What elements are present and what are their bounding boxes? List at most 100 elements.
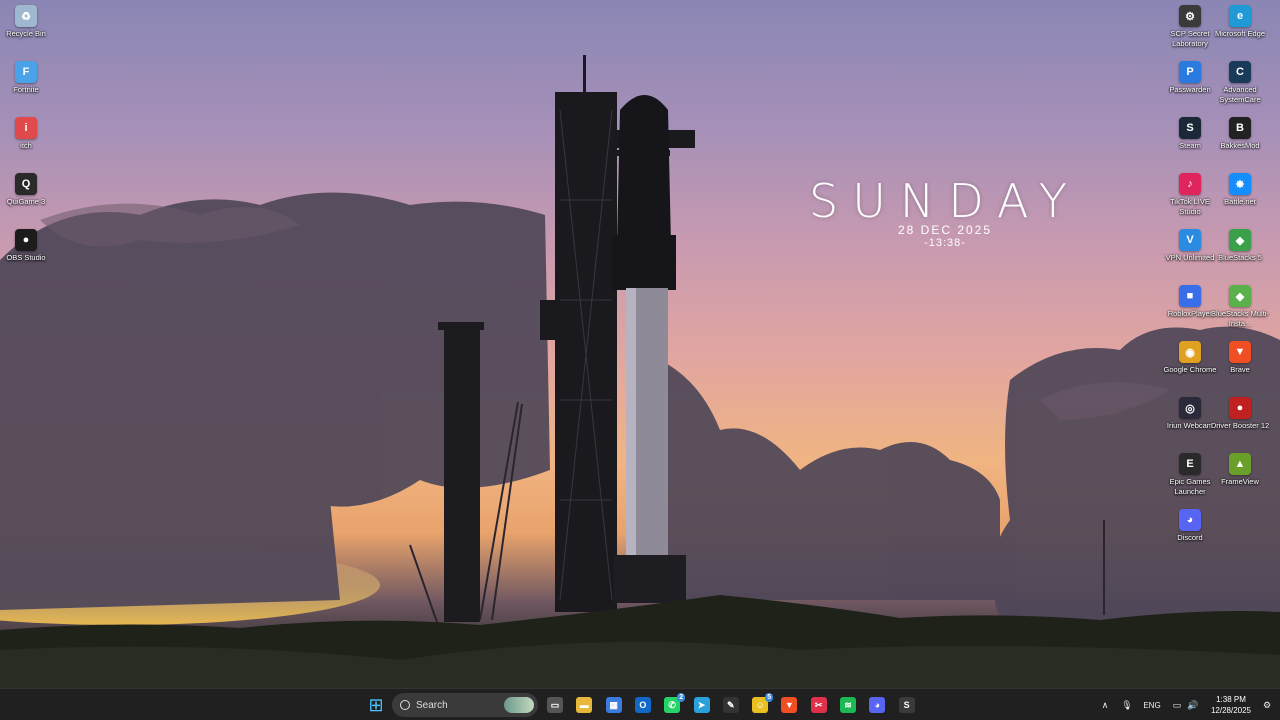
- desktop-icon-battlenet[interactable]: ✸ Battle.net: [1214, 173, 1266, 207]
- smile-icon: ☺ 5: [752, 693, 774, 713]
- search-icon: [400, 700, 410, 710]
- desktop-icon-label: Fortnite: [13, 85, 39, 94]
- taskbar-discord[interactable]: ◕: [865, 693, 889, 717]
- itch-icon: i: [15, 117, 37, 139]
- whatsapp-icon: ✆ 2: [664, 693, 686, 713]
- network-button[interactable]: ▭: [1170, 693, 1184, 717]
- desktop-icon-chrome[interactable]: ◉ Google Chrome: [1164, 341, 1216, 375]
- whatsapp-glyph: ✆: [668, 699, 676, 710]
- bluestacks-icon: ◆: [1229, 229, 1251, 251]
- taskbar-file-explorer[interactable]: ▬: [572, 693, 596, 717]
- desktop-icon-label: itch: [20, 141, 32, 150]
- chrome-icon: ◉: [1179, 341, 1201, 363]
- taskbar-microsoft-store[interactable]: ▦: [602, 693, 626, 717]
- volume-icon: 🔊: [1187, 699, 1199, 710]
- discord-icon: ◕: [869, 697, 886, 713]
- taskbar-telegram[interactable]: ➤: [690, 693, 714, 717]
- battlenet-icon: ✸: [1229, 173, 1251, 195]
- desktop-icon-discord[interactable]: ◕ Discord: [1164, 509, 1216, 543]
- tray-date: 12/28/2025: [1210, 706, 1252, 715]
- taskbar-steam[interactable]: S: [895, 693, 919, 717]
- notepad-glyph: ✎: [727, 699, 735, 710]
- telegram-icon: ➤: [693, 697, 710, 713]
- desktop-icon-scp[interactable]: ⚙ SCP Secret Laboratory: [1164, 5, 1216, 49]
- store-icon: ▦: [605, 697, 622, 713]
- bluestacks-multi-icon: ◆: [1229, 285, 1251, 307]
- desktop-icon-bluestacks-multi[interactable]: ◆ BlueStacks Multi-Insta...: [1211, 285, 1269, 329]
- tray-clock[interactable]: 1:38 PM 12/28/2025: [1204, 694, 1258, 716]
- start-button[interactable]: ⊞: [364, 693, 388, 717]
- outlook-glyph: O: [639, 700, 647, 710]
- advanced-systemcare-icon: C: [1229, 61, 1251, 83]
- widget-time: -13:38-: [924, 237, 966, 249]
- desktop-icon-tiktok[interactable]: ♪ TikTok LIVE Studio: [1164, 173, 1216, 217]
- passwarden-icon: P: [1179, 61, 1201, 83]
- webcam-icon: ◎: [1179, 397, 1201, 419]
- desktop-icon-brave[interactable]: ▼ Brave: [1214, 341, 1266, 375]
- search-highlight-icon: [504, 697, 534, 713]
- bakkesmod-icon: B: [1229, 117, 1251, 139]
- desktop-icon-passwarden[interactable]: P Passwarden: [1164, 61, 1216, 95]
- brave-icon: ▼: [1229, 341, 1251, 363]
- roblox-icon: ■: [1179, 285, 1201, 307]
- desktop-icon-label: OBS Studio: [6, 253, 46, 262]
- spotify-icon: ≋: [840, 697, 856, 713]
- notification-button[interactable]: ⚙: [1260, 693, 1274, 717]
- desktop-icon-steam[interactable]: S Steam: [1164, 117, 1216, 151]
- desktop-icon-label: Brave: [1230, 365, 1250, 374]
- desktop-icon-label: Microsoft Edge: [1214, 29, 1266, 38]
- desktop-icon-itch[interactable]: i itch: [0, 117, 52, 151]
- taskbar-whatsapp[interactable]: ✆ 2: [660, 693, 686, 717]
- volume-button[interactable]: 🔊: [1186, 693, 1200, 717]
- search-input[interactable]: Search: [392, 693, 538, 717]
- taskbar-outlook[interactable]: O: [631, 693, 655, 717]
- desktop-icon-webcam[interactable]: ◎ Iriun Webcam: [1164, 397, 1216, 431]
- desktop-icon-bluestacks[interactable]: ◆ BlueStacks 5: [1214, 229, 1266, 263]
- desktop-icon-vpn[interactable]: V VPN Unlimited: [1164, 229, 1216, 263]
- desktop-icon-fortnite[interactable]: F Fortnite: [0, 61, 52, 95]
- taskbar-snipping[interactable]: ✂: [807, 693, 831, 717]
- desktop-icon-obs[interactable]: ● OBS Studio: [0, 229, 52, 263]
- search-label: Search: [416, 699, 448, 711]
- brave-glyph: ▼: [784, 700, 794, 710]
- desktop-icon-game[interactable]: Q QuiGame 3: [0, 173, 52, 207]
- steam-glyph: S: [903, 700, 910, 710]
- desktop-icon-frameview[interactable]: ▲ FrameView: [1214, 453, 1266, 487]
- desktop-icon-label: Recycle Bin: [6, 29, 46, 38]
- microphone-icon: 🎙: [1121, 699, 1133, 710]
- notepad-icon: ✎: [722, 697, 739, 713]
- desktop-icon-roblox[interactable]: ■ RobloxPlayer: [1164, 285, 1216, 319]
- desktop-icon-edge[interactable]: e Microsoft Edge: [1214, 5, 1266, 39]
- store-glyph: ▦: [609, 699, 618, 710]
- desktop-icon-label: BakkesMod: [1220, 141, 1260, 150]
- obs-icon: ●: [15, 229, 37, 251]
- language-button[interactable]: ENG: [1140, 693, 1164, 717]
- desktop-icon-label: Advanced SystemCare: [1219, 85, 1261, 104]
- windows-icon: ⊞: [368, 695, 384, 715]
- tray-overflow-button[interactable]: ∧: [1098, 693, 1112, 717]
- steam-icon: S: [1179, 117, 1201, 139]
- desktop-icon-driver-booster[interactable]: ● Driver Booster 12: [1211, 397, 1269, 431]
- mic-button[interactable]: 🎙: [1120, 693, 1134, 717]
- taskbar-spotify[interactable]: ≋: [836, 693, 860, 717]
- tray-time: 1:38 PM: [1216, 695, 1246, 704]
- taskbar-notepad[interactable]: ✎: [719, 693, 743, 717]
- desktop-icon-epic-games[interactable]: E Epic Games Launcher: [1164, 453, 1216, 497]
- taskbar-task-view[interactable]: ▭: [543, 693, 567, 717]
- task-view-icon: ▭: [547, 697, 563, 713]
- edge-icon: e: [1229, 5, 1251, 27]
- fortnite-icon: F: [15, 61, 37, 83]
- taskbar-emoji-app[interactable]: ☺ 5: [748, 693, 774, 717]
- desktop-icon-bakkesmod[interactable]: B BakkesMod: [1214, 117, 1266, 151]
- desktop-icon-recycle-bin[interactable]: ♻ Recycle Bin: [0, 5, 52, 39]
- desktop-icon-advanced-systemcare[interactable]: C Advanced SystemCare: [1214, 61, 1266, 105]
- frameview-icon: ▲: [1229, 453, 1251, 475]
- network-icon: ▭: [1172, 699, 1182, 710]
- file-explorer-glyph: ▬: [579, 700, 589, 710]
- outlook-icon: O: [634, 697, 651, 713]
- taskbar-brave[interactable]: ▼: [777, 693, 801, 717]
- task-view-glyph: ▭: [550, 699, 560, 710]
- snip-icon: ✂: [810, 697, 827, 713]
- widget-day: SUNDAY: [809, 174, 1081, 228]
- ground-brush: [0, 642, 1280, 690]
